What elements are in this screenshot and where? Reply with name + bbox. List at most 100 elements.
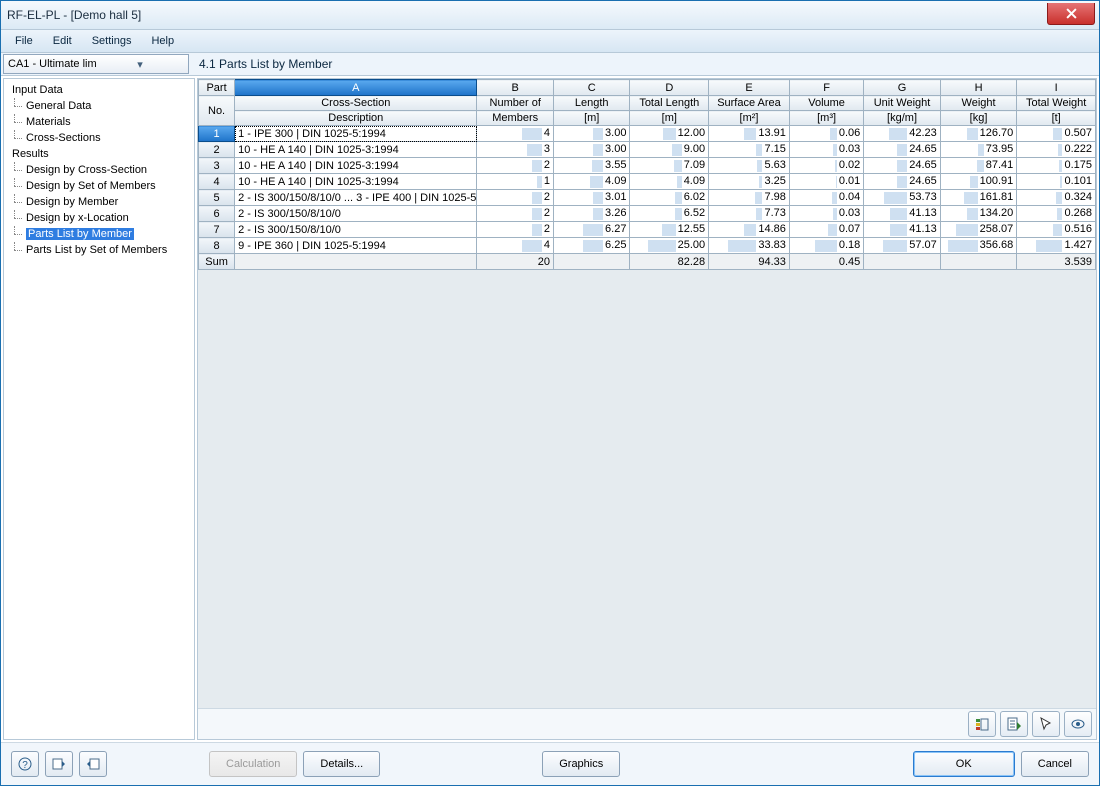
row-number[interactable]: 7 xyxy=(199,222,235,238)
col-e-letter[interactable]: E xyxy=(709,80,790,96)
cell[interactable]: 0.02 xyxy=(789,158,863,174)
cell[interactable]: 12.55 xyxy=(630,222,709,238)
col-e-bot[interactable]: [m²] xyxy=(709,111,790,126)
cell[interactable]: 2 xyxy=(477,158,554,174)
table-row[interactable]: 11 - IPE 300 | DIN 1025-5:199443.0012.00… xyxy=(199,126,1096,142)
cell-description[interactable]: 9 - IPE 360 | DIN 1025-5:1994 xyxy=(235,238,477,254)
col-b-bot[interactable]: Members xyxy=(477,111,554,126)
col-g-letter[interactable]: G xyxy=(864,80,941,96)
col-a-letter[interactable]: A xyxy=(235,80,477,96)
tree-materials[interactable]: Materials xyxy=(8,114,190,130)
cancel-button[interactable]: Cancel xyxy=(1021,751,1089,777)
cell[interactable]: 24.65 xyxy=(864,158,941,174)
tree-results[interactable]: Results xyxy=(8,146,190,162)
col-f-top[interactable]: Volume xyxy=(789,96,863,111)
cell[interactable]: 356.68 xyxy=(940,238,1017,254)
col-desc-top[interactable]: Cross-Section xyxy=(235,96,477,111)
cell[interactable]: 0.175 xyxy=(1017,158,1096,174)
cell[interactable]: 6.27 xyxy=(553,222,630,238)
cell[interactable]: 1.427 xyxy=(1017,238,1096,254)
cell[interactable]: 4.09 xyxy=(630,174,709,190)
tree-parts-member[interactable]: Parts List by Member xyxy=(8,226,190,242)
cell[interactable]: 258.07 xyxy=(940,222,1017,238)
col-b-top[interactable]: Number of xyxy=(477,96,554,111)
cell[interactable]: 3.00 xyxy=(553,142,630,158)
cell[interactable]: 73.95 xyxy=(940,142,1017,158)
tree-input-data[interactable]: Input Data xyxy=(8,82,190,98)
cell[interactable]: 6.02 xyxy=(630,190,709,206)
cell[interactable]: 7.15 xyxy=(709,142,790,158)
row-number[interactable]: 8 xyxy=(199,238,235,254)
col-g-bot[interactable]: [kg/m] xyxy=(864,111,941,126)
col-part-top[interactable]: Part xyxy=(199,80,235,96)
menu-settings[interactable]: Settings xyxy=(82,33,142,49)
cell[interactable]: 4 xyxy=(477,238,554,254)
col-i-top[interactable]: Total Weight xyxy=(1017,96,1096,111)
cell[interactable]: 4.09 xyxy=(553,174,630,190)
col-e-top[interactable]: Surface Area xyxy=(709,96,790,111)
col-i-letter[interactable]: I xyxy=(1017,80,1096,96)
row-number[interactable]: 3 xyxy=(199,158,235,174)
row-number[interactable]: 1 xyxy=(199,126,235,142)
cell[interactable]: 3 xyxy=(477,142,554,158)
cell[interactable]: 14.86 xyxy=(709,222,790,238)
cell[interactable]: 41.13 xyxy=(864,206,941,222)
cell[interactable]: 2 xyxy=(477,222,554,238)
cell[interactable]: 0.507 xyxy=(1017,126,1096,142)
cell[interactable]: 1 xyxy=(477,174,554,190)
cell-description[interactable]: 10 - HE A 140 | DIN 1025-3:1994 xyxy=(235,142,477,158)
export-button[interactable] xyxy=(1000,711,1028,737)
cell-description[interactable]: 10 - HE A 140 | DIN 1025-3:1994 xyxy=(235,174,477,190)
cell[interactable]: 0.222 xyxy=(1017,142,1096,158)
cell[interactable]: 4 xyxy=(477,126,554,142)
cell[interactable]: 0.06 xyxy=(789,126,863,142)
tree-design-set[interactable]: Design by Set of Members xyxy=(8,178,190,194)
col-d-letter[interactable]: D xyxy=(630,80,709,96)
cell[interactable]: 6.25 xyxy=(553,238,630,254)
details-button[interactable]: Details... xyxy=(303,751,380,777)
view-mode-button[interactable] xyxy=(1064,711,1092,737)
cell[interactable]: 24.65 xyxy=(864,174,941,190)
cell[interactable]: 25.00 xyxy=(630,238,709,254)
cell[interactable]: 3.00 xyxy=(553,126,630,142)
col-f-letter[interactable]: F xyxy=(789,80,863,96)
table-row[interactable]: 72 - IS 300/150/8/10/026.2712.5514.860.0… xyxy=(199,222,1096,238)
cell[interactable]: 53.73 xyxy=(864,190,941,206)
col-d-top[interactable]: Total Length xyxy=(630,96,709,111)
col-g-top[interactable]: Unit Weight xyxy=(864,96,941,111)
cell-description[interactable]: 1 - IPE 300 | DIN 1025-5:1994 xyxy=(235,126,477,142)
cell[interactable]: 3.25 xyxy=(709,174,790,190)
load-case-combo[interactable]: CA1 - Ultimate limit state design ▾ xyxy=(3,54,189,74)
row-number[interactable]: 5 xyxy=(199,190,235,206)
cell[interactable]: 0.04 xyxy=(789,190,863,206)
cell[interactable]: 41.13 xyxy=(864,222,941,238)
cell-description[interactable]: 2 - IS 300/150/8/10/0 ... 3 - IPE 400 | … xyxy=(235,190,477,206)
col-b-letter[interactable]: B xyxy=(477,80,554,96)
tree-design-x[interactable]: Design by x-Location xyxy=(8,210,190,226)
calculation-button[interactable]: Calculation xyxy=(209,751,297,777)
row-number[interactable]: 2 xyxy=(199,142,235,158)
cell[interactable]: 87.41 xyxy=(940,158,1017,174)
table-row[interactable]: 410 - HE A 140 | DIN 1025-3:199414.094.0… xyxy=(199,174,1096,190)
cell[interactable]: 6.52 xyxy=(630,206,709,222)
close-button[interactable] xyxy=(1047,3,1095,25)
menu-help[interactable]: Help xyxy=(141,33,184,49)
tree-parts-set[interactable]: Parts List by Set of Members xyxy=(8,242,190,258)
col-desc-bot[interactable]: Description xyxy=(235,111,477,126)
cell[interactable]: 100.91 xyxy=(940,174,1017,190)
cell-description[interactable]: 2 - IS 300/150/8/10/0 xyxy=(235,222,477,238)
cell[interactable]: 134.20 xyxy=(940,206,1017,222)
cell[interactable]: 0.268 xyxy=(1017,206,1096,222)
tree-design-cs[interactable]: Design by Cross-Section xyxy=(8,162,190,178)
tree-general-data[interactable]: General Data xyxy=(8,98,190,114)
cell-description[interactable]: 10 - HE A 140 | DIN 1025-3:1994 xyxy=(235,158,477,174)
graphics-button[interactable]: Graphics xyxy=(542,751,620,777)
tree-design-member[interactable]: Design by Member xyxy=(8,194,190,210)
cell[interactable]: 2 xyxy=(477,190,554,206)
col-h-letter[interactable]: H xyxy=(940,80,1017,96)
cell[interactable]: 42.23 xyxy=(864,126,941,142)
col-h-top[interactable]: Weight xyxy=(940,96,1017,111)
col-d-bot[interactable]: [m] xyxy=(630,111,709,126)
cell[interactable]: 161.81 xyxy=(940,190,1017,206)
table-row[interactable]: 310 - HE A 140 | DIN 1025-3:199423.557.0… xyxy=(199,158,1096,174)
